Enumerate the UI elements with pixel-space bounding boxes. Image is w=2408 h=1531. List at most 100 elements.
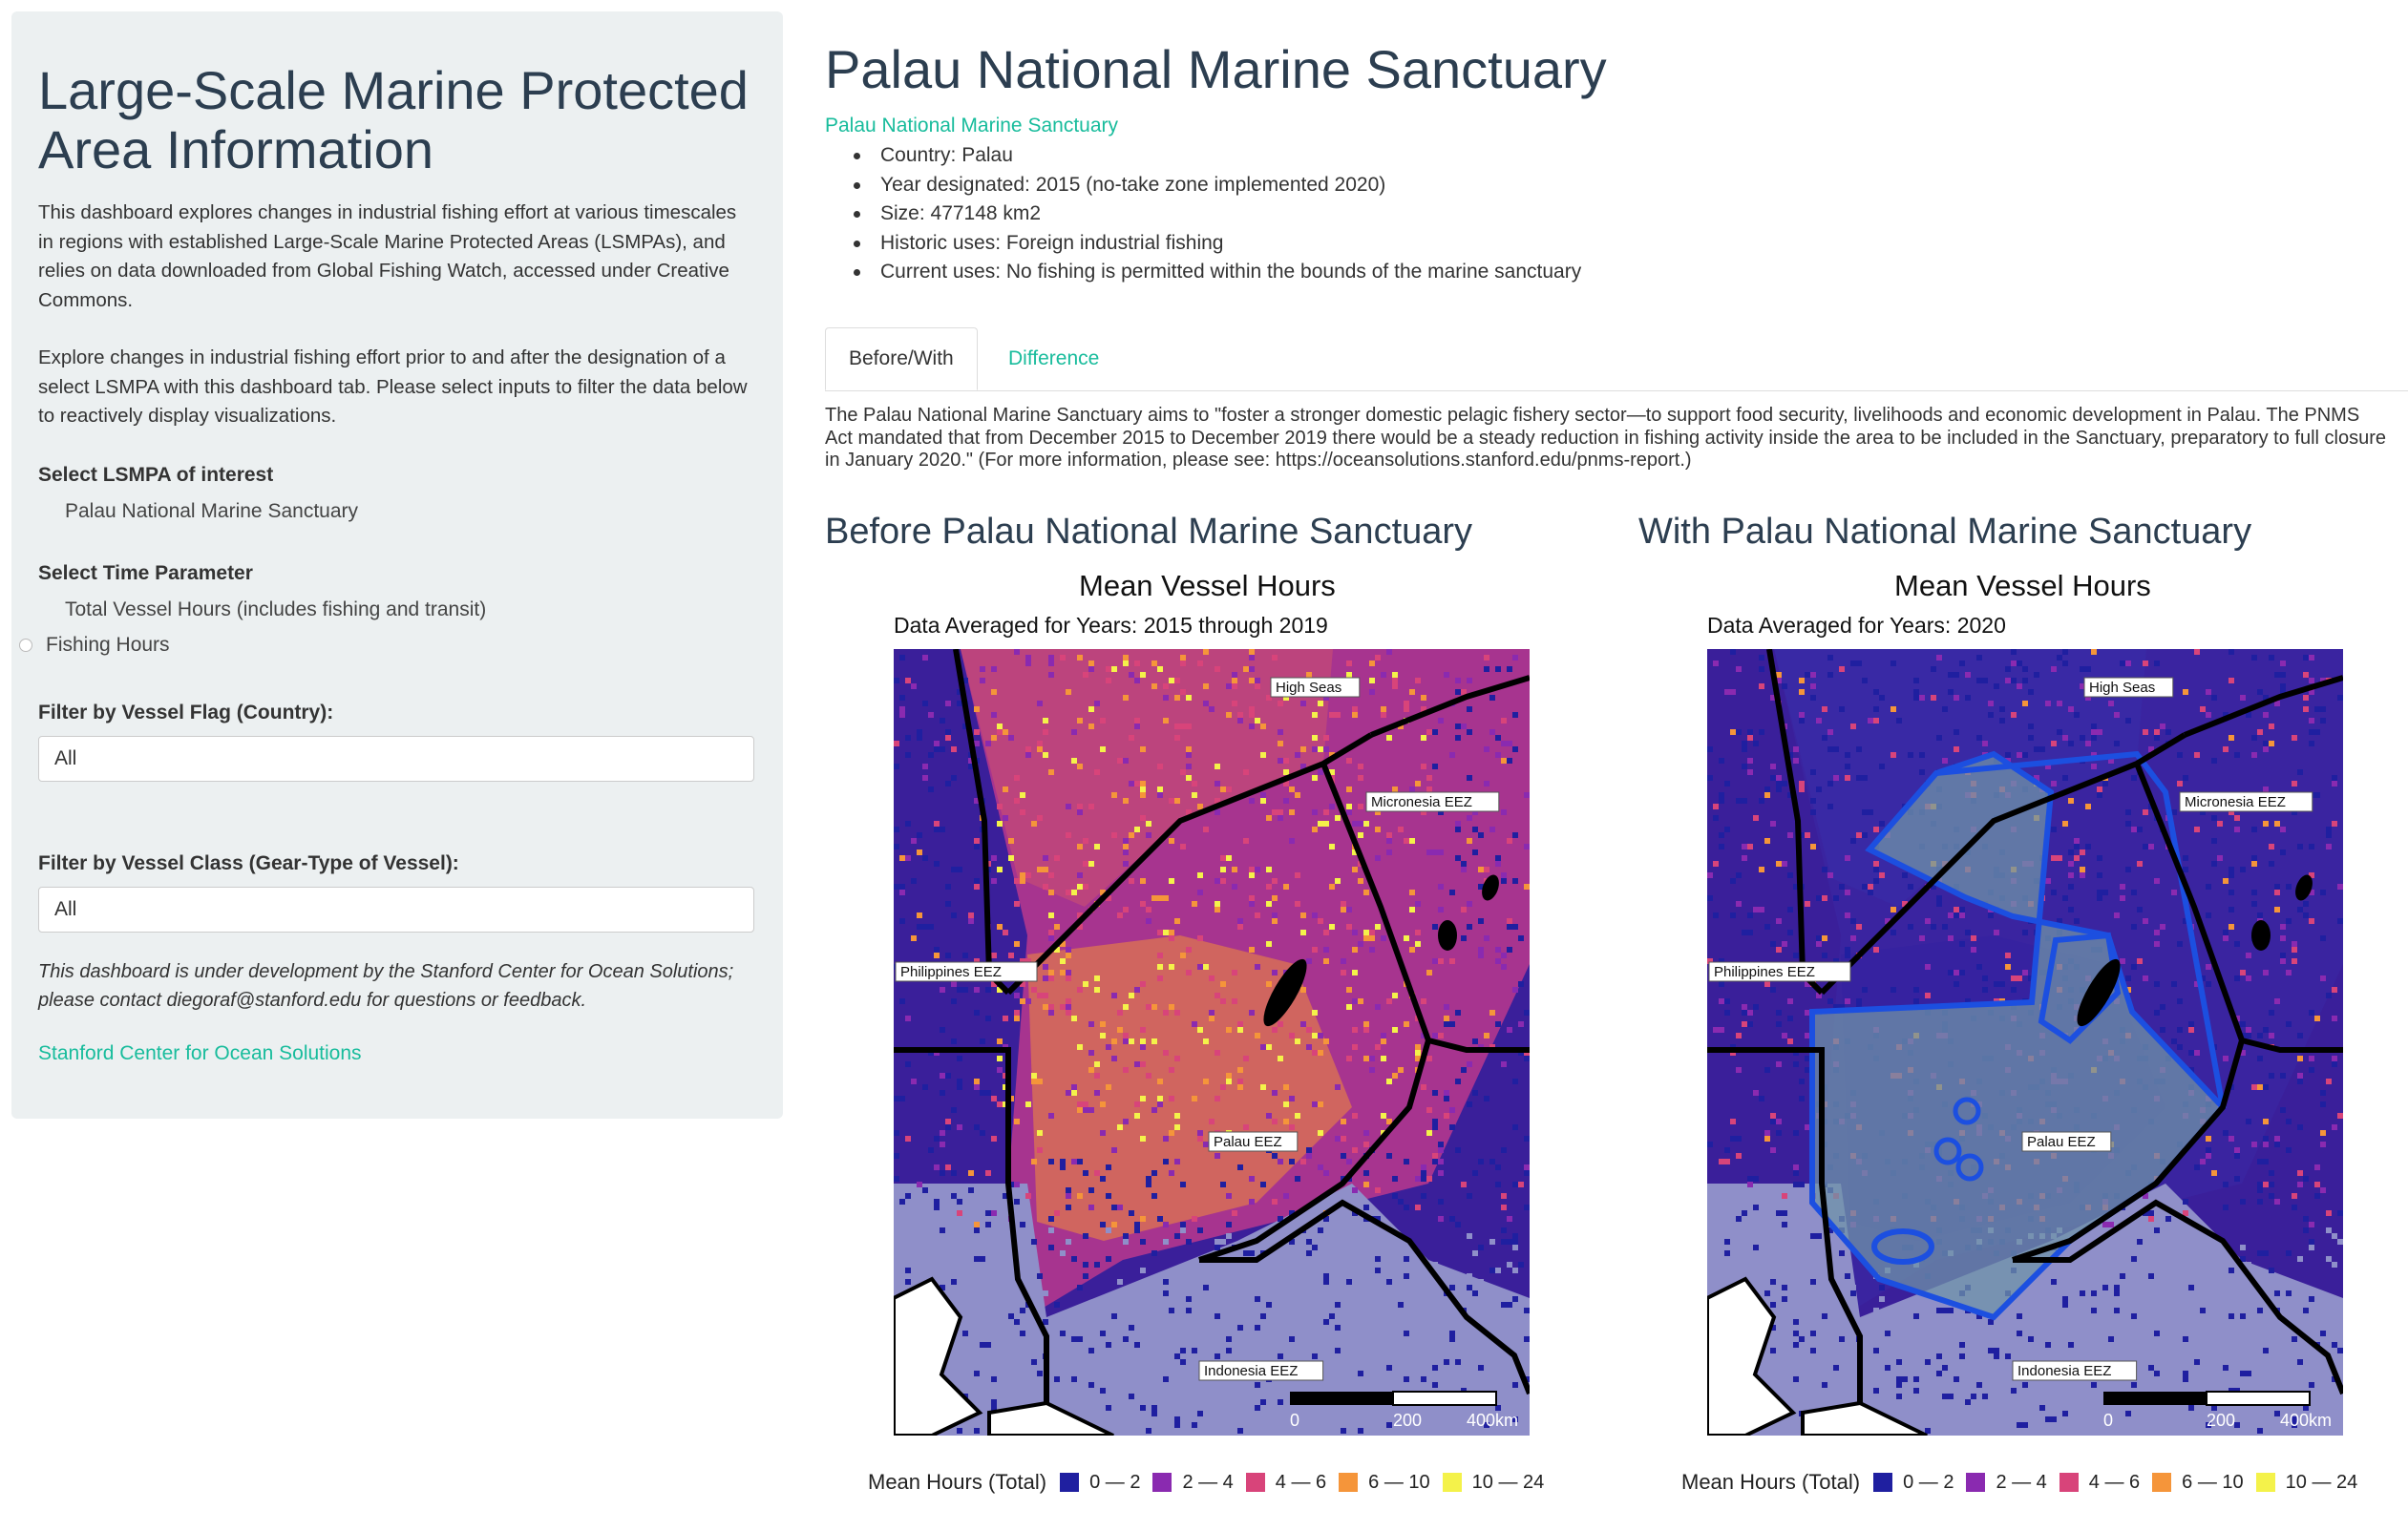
lsmpa-select-label: Select LSMPA of interest <box>38 463 274 486</box>
map-label-micronesia: Micronesia EEZ <box>1365 791 1500 812</box>
stanford-center-link[interactable]: Stanford Center for Ocean Solutions <box>38 1042 362 1064</box>
sanctuary-facts-list: Country: Palau Year designated: 2015 (no… <box>853 141 1581 287</box>
svg-text:High Seas: High Seas <box>1276 680 1341 696</box>
tab-difference[interactable]: Difference <box>985 327 1122 390</box>
legend-label: 4 — 6 <box>1275 1471 1327 1493</box>
with-section-title: With Palau National Marine Sanctuary <box>1638 512 2252 552</box>
legend-swatch <box>1966 1473 1986 1492</box>
vessel-class-select[interactable]: All <box>38 886 754 933</box>
map-subtitle: Data Averaged for Years: 2020 <box>1707 613 2006 638</box>
map-label-indonesia: Indonesia EEZ <box>1198 1360 1324 1381</box>
vessel-flag-select[interactable]: All <box>38 735 754 782</box>
radio-icon[interactable] <box>19 639 32 652</box>
legend-label: 2 — 4 <box>1182 1471 1234 1493</box>
legend-swatch <box>2059 1473 2079 1492</box>
legend-swatch <box>1442 1473 1462 1492</box>
svg-text:Micronesia EEZ: Micronesia EEZ <box>1371 794 1472 810</box>
map-legend: Mean Hours (Total) 0 — 2 2 — 4 4 — 6 6 —… <box>868 1470 1556 1495</box>
fishing-effort-map-with[interactable]: High Seas Micronesia EEZ Philippines EEZ Pa… <box>1707 649 2343 1436</box>
map-label-high_seas: High Seas <box>2083 677 2174 698</box>
time-option-fishing-hours[interactable]: Fishing Hours <box>19 628 756 663</box>
fact-year: Year designated: 2015 (no-take zone impl… <box>853 171 1581 200</box>
sidebar-title: Large-Scale Marine Protected Area Inform… <box>38 60 749 179</box>
svg-text:Palau EEZ: Palau EEZ <box>2027 1134 2096 1150</box>
fact-country: Country: Palau <box>853 141 1581 171</box>
time-option-label: Fishing Hours <box>46 634 170 656</box>
svg-text:Palau EEZ: Palau EEZ <box>1214 1134 1282 1150</box>
sidebar-intro: This dashboard explores changes in indus… <box>38 201 737 311</box>
legend-swatch <box>1152 1473 1172 1492</box>
vessel-flag-label: Filter by Vessel Flag (Country): <box>38 701 334 724</box>
svg-text:200: 200 <box>2207 1411 2235 1430</box>
legend-title: Mean Hours (Total) <box>868 1470 1047 1494</box>
legend-item: 4 — 6 <box>2059 1472 2140 1494</box>
map-label-philippines: Philippines EEZ <box>1708 961 1851 982</box>
legend-label: 0 — 2 <box>1903 1471 1954 1493</box>
legend-item: 2 — 4 <box>1966 1471 2047 1494</box>
map-canvas: High Seas Micronesia EEZ Philippines EEZ Pa… <box>1707 649 2343 1436</box>
before-map-panel: Mean Vessel Hours Data Averaged for Year… <box>825 569 1598 1504</box>
legend-swatch <box>1873 1473 1893 1492</box>
vessel-class-label: Filter by Vessel Class (Gear-Type of Ves… <box>38 851 459 874</box>
map-canvas: High Seas Micronesia EEZ Philippines EEZ Pa… <box>894 649 1530 1436</box>
legend-label: 10 — 24 <box>2285 1471 2358 1493</box>
legend-item: 6 — 10 <box>1339 1471 1430 1494</box>
tab-bar: Before/With Difference <box>825 327 2408 391</box>
sidebar-instructions: Explore changes in industrial fishing ef… <box>38 346 748 427</box>
with-map-panel: Mean Vessel Hours Data Averaged for Year… <box>1638 569 2408 1504</box>
svg-text:0: 0 <box>1290 1411 1299 1430</box>
svg-text:Indonesia EEZ: Indonesia EEZ <box>1204 1363 1298 1379</box>
map-title: Mean Vessel Hours <box>1079 569 1336 602</box>
legend-swatch <box>1245 1473 1265 1492</box>
legend-label: 6 — 10 <box>1368 1471 1430 1493</box>
map-label-palau: Palau EEZ <box>2021 1131 2112 1152</box>
sanctuary-link[interactable]: Palau National Marine Sanctuary <box>825 115 1118 137</box>
legend-label: 10 — 24 <box>1471 1471 1545 1493</box>
sidebar-panel: Large-Scale Marine Protected Area Inform… <box>11 11 783 1119</box>
legend-item: 2 — 4 <box>1152 1471 1234 1494</box>
legend-swatch <box>1060 1473 1080 1492</box>
legend-swatch <box>2255 1473 2275 1492</box>
legend-item: 4 — 6 <box>1245 1471 1327 1494</box>
time-option-total-hours[interactable]: Total Vessel Hours (includes fishing and… <box>38 593 756 628</box>
svg-text:Philippines EEZ: Philippines EEZ <box>900 964 1002 980</box>
map-label-high_seas: High Seas <box>1270 677 1361 698</box>
time-parameter-label: Select Time Parameter <box>38 561 253 584</box>
fact-current-uses: Current uses: No fishing is permitted wi… <box>853 258 1581 287</box>
svg-text:Indonesia EEZ: Indonesia EEZ <box>2017 1363 2111 1379</box>
legend-item: 0 — 2 <box>1060 1472 1140 1494</box>
svg-text:0: 0 <box>2103 1411 2113 1430</box>
legend-item: 0 — 2 <box>1873 1472 1954 1494</box>
svg-text:200: 200 <box>1393 1411 1422 1430</box>
fishing-effort-map-before[interactable]: High Seas Micronesia EEZ Philippines EEZ Pa… <box>894 649 1530 1436</box>
map-subtitle: Data Averaged for Years: 2015 through 20… <box>894 613 1328 638</box>
legend-item: 10 — 24 <box>2255 1471 2358 1494</box>
development-note: This dashboard is under development by t… <box>38 960 734 1012</box>
legend-label: 4 — 6 <box>2088 1471 2141 1493</box>
legend-label: 0 — 2 <box>1089 1471 1141 1493</box>
svg-text:Micronesia EEZ: Micronesia EEZ <box>2185 794 2286 810</box>
map-label-micronesia: Micronesia EEZ <box>2179 791 2313 812</box>
legend-label: 2 — 4 <box>1996 1471 2047 1493</box>
map-title: Mean Vessel Hours <box>1894 569 2151 602</box>
legend-swatch <box>2152 1473 2172 1492</box>
svg-text:400km: 400km <box>2280 1411 2332 1430</box>
map-legend: Mean Hours (Total) 0 — 2 2 — 4 4 — 6 6 —… <box>1681 1470 2370 1495</box>
legend-label: 6 — 10 <box>2182 1471 2244 1493</box>
fact-size: Size: 477148 km2 <box>853 199 1581 229</box>
legend-title: Mean Hours (Total) <box>1681 1470 1861 1494</box>
svg-text:400km: 400km <box>1467 1411 1518 1430</box>
time-option-label: Total Vessel Hours (includes fishing and… <box>65 598 487 620</box>
lsmpa-option-palau[interactable]: Palau National Marine Sanctuary <box>38 494 756 530</box>
tab-before-with[interactable]: Before/With <box>825 327 978 390</box>
svg-text:High Seas: High Seas <box>2089 680 2155 696</box>
lsmpa-option-label: Palau National Marine Sanctuary <box>65 500 359 522</box>
map-label-indonesia: Indonesia EEZ <box>2012 1360 2138 1381</box>
page-title: Palau National Marine Sanctuary <box>825 39 1607 99</box>
legend-item: 10 — 24 <box>1442 1471 1545 1494</box>
before-section-title: Before Palau National Marine Sanctuary <box>825 512 1473 552</box>
map-label-philippines: Philippines EEZ <box>895 961 1038 982</box>
svg-text:Philippines EEZ: Philippines EEZ <box>1714 964 1815 980</box>
fact-historic-uses: Historic uses: Foreign industrial fishin… <box>853 229 1581 259</box>
map-label-palau: Palau EEZ <box>1208 1131 1299 1152</box>
